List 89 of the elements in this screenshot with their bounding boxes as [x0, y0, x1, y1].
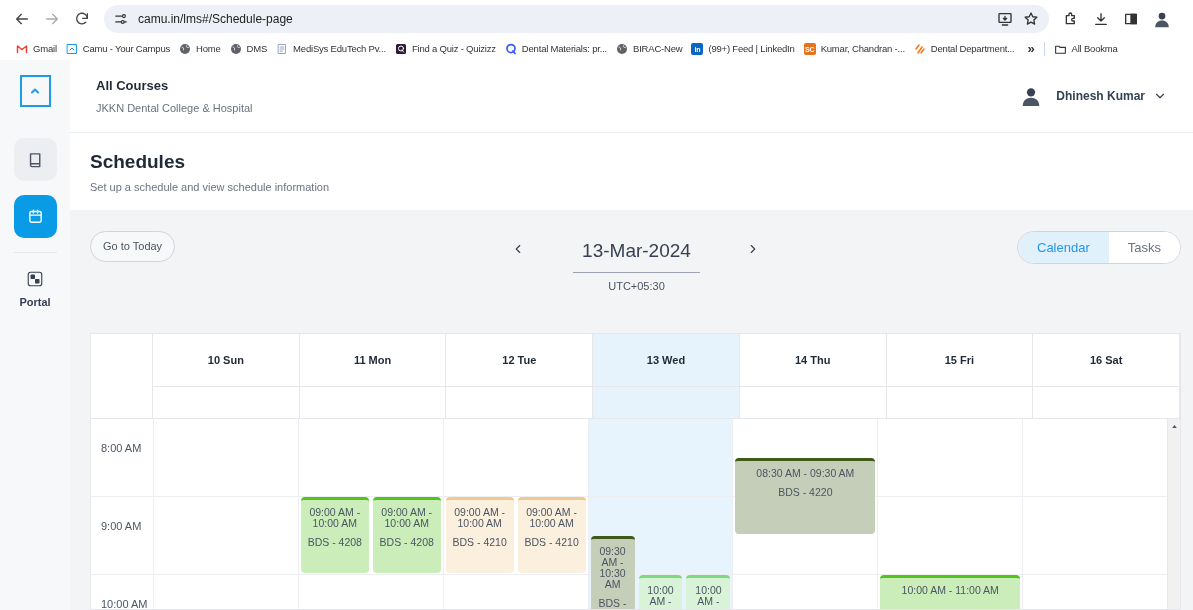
user-name[interactable]: Dhinesh Kumar	[1056, 87, 1145, 105]
site-settings-icon[interactable]	[114, 12, 128, 26]
globe-icon	[229, 43, 242, 55]
ring-icon	[504, 43, 517, 55]
courses-nav-button[interactable]	[13, 138, 57, 181]
reload-icon[interactable]	[74, 11, 90, 27]
event-code: BDS - 4210	[452, 537, 507, 548]
event-card[interactable]: 09:00 AM - 10:00 AM BDS - 4208	[372, 497, 441, 573]
day-header[interactable]: 15 Fri	[886, 334, 1034, 387]
event-code: BDS - 4208	[379, 537, 434, 548]
document-icon	[276, 43, 289, 55]
globe-icon	[179, 43, 192, 55]
back-icon[interactable]	[14, 11, 30, 27]
event-time: 10:00 AM -	[694, 585, 723, 607]
bookmark-label: Camu - Your Campus	[82, 41, 171, 56]
logo[interactable]	[19, 75, 51, 107]
event-card[interactable]: 10:00 AM - 11:00 AM	[880, 575, 1021, 609]
event-time: 09:00 AM - 10:00 AM	[380, 507, 434, 529]
more-bookmarks-button[interactable]: »	[1027, 39, 1035, 59]
page-subtitle: Set up a schedule and view schedule information	[90, 180, 331, 195]
event-card[interactable]: 10:00 AM -	[686, 575, 731, 609]
side-panel-icon[interactable]	[1123, 11, 1139, 27]
bookmark[interactable]: Home	[179, 41, 221, 57]
bookmark-label: DMS	[246, 41, 268, 56]
address-bar[interactable]: camu.in/lms#/Schedule-page	[104, 5, 1049, 33]
all-bookmarks-button[interactable]: All Bookma	[1053, 41, 1118, 57]
event-code: BDS - 4220	[778, 487, 833, 498]
page-title: Schedules	[90, 149, 187, 174]
q-square-icon	[394, 43, 407, 55]
url-text: camu.in/lms#/Schedule-page	[138, 11, 293, 28]
download-icon[interactable]	[1093, 11, 1109, 27]
event-time: 09:30 AM - 10:30 AM	[598, 546, 627, 590]
bookmark[interactable]: MediSys EduTech Pv...	[276, 41, 386, 57]
bookmark-label: Home	[196, 41, 221, 56]
profile-avatar-icon[interactable]	[1153, 10, 1171, 28]
stripes-icon	[913, 43, 926, 55]
portal-nav-button[interactable]: Portal	[15, 268, 55, 313]
globe-icon	[616, 43, 629, 55]
schedule-nav-button[interactable]	[13, 195, 57, 238]
event-code: BDS - 4208	[307, 537, 362, 548]
event-card[interactable]: 08:30 AM - 09:30 AM BDS - 4220	[735, 458, 876, 534]
date-label: 13-Mar-2024	[573, 237, 700, 273]
event-code: BDS -	[598, 598, 627, 609]
calendar-icon	[26, 208, 44, 225]
bookmark-label: Dental Materials: pr...	[521, 41, 608, 56]
course-title: All Courses	[96, 77, 170, 95]
bookmark-label: BIRAC-New	[633, 41, 683, 56]
bookmark-label: MediSys EduTech Pv...	[293, 41, 386, 56]
chevron-square-icon	[65, 43, 78, 55]
event-time: 08:30 AM - 09:30 AM	[756, 468, 855, 479]
time-label: 8:00 AM	[101, 442, 142, 454]
bookmark[interactable]: DMS	[229, 41, 268, 57]
day-header[interactable]: 11 Mon	[299, 334, 447, 387]
event-card[interactable]: 09:00 AM - 10:00 AM BDS - 4210	[445, 497, 514, 573]
bookmark[interactable]: Gmail	[16, 41, 57, 57]
bookmark-label: Kumar, Chandran -...	[820, 41, 905, 56]
event-time: 09:00 AM - 10:00 AM	[308, 507, 362, 529]
bookmark[interactable]: Dental Department...	[913, 41, 1015, 57]
install-icon[interactable]	[997, 11, 1013, 27]
event-card[interactable]: 09:30 AM - 10:30 AM BDS -	[590, 536, 635, 609]
portal-icon	[26, 270, 44, 288]
bookmark-label: (99+) Feed | LinkedIn	[708, 41, 795, 56]
bookmark-label: Find a Quiz - Quizizz	[411, 41, 496, 56]
day-header[interactable]: 14 Thu	[739, 334, 887, 387]
day-header[interactable]: 16 Sat	[1033, 334, 1180, 387]
event-code: BDS - 4210	[524, 537, 579, 548]
event-card[interactable]: 10:00 AM -	[638, 575, 683, 609]
scroll-up-icon[interactable]	[1170, 423, 1178, 430]
go-to-today-button[interactable]: Go to Today	[90, 231, 176, 262]
bookmark[interactable]: Dental Materials: pr...	[504, 41, 608, 57]
day-header[interactable]: 10 Sun	[153, 334, 300, 387]
college-name: JKKN Dental College & Hospital	[96, 100, 253, 116]
bookmark[interactable]: BIRAC-New	[616, 41, 683, 57]
time-label: 10:00 AM	[101, 598, 148, 609]
event-card[interactable]: 09:00 AM - 10:00 AM BDS - 4210	[517, 497, 586, 573]
bookmark-label: Dental Department...	[930, 41, 1015, 56]
day-header[interactable]: 13 Wed	[593, 334, 740, 387]
bookmark[interactable]: Find a Quiz - Quizizz	[394, 41, 496, 57]
bookmark[interactable]: Camu - Your Campus	[65, 41, 171, 57]
event-time: 10:00 AM - 11:00 AM	[901, 585, 999, 596]
time-label: 9:00 AM	[101, 520, 142, 532]
event-time: 10:00 AM -	[646, 585, 675, 607]
event-time: 09:00 AM - 10:00 AM	[453, 507, 507, 529]
bookmark-label: Gmail	[33, 41, 57, 56]
gmail-icon	[16, 43, 28, 55]
timezone-label: UTC+05:30	[607, 279, 666, 294]
event-time: 09:00 AM - 10:00 AM	[525, 507, 578, 529]
event-card[interactable]: 09:00 AM - 10:00 AM BDS - 4208	[300, 497, 369, 573]
star-icon[interactable]	[1023, 11, 1039, 27]
